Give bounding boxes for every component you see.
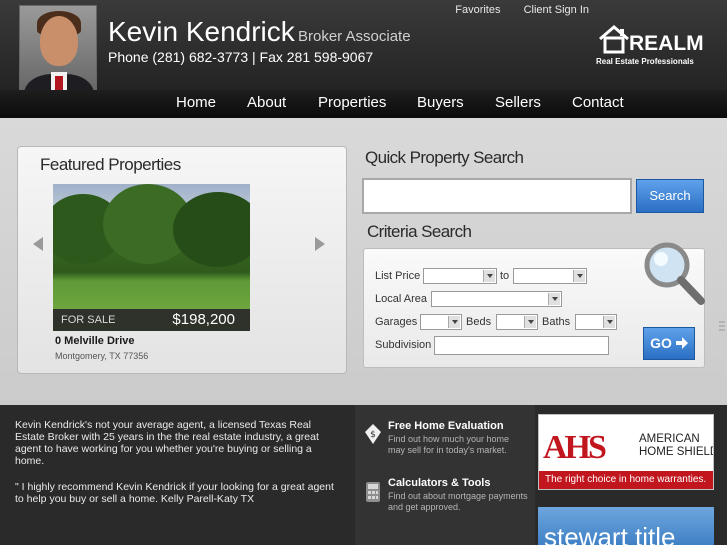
- realm-logo-subtitle: Real Estate Professionals: [596, 57, 694, 66]
- features-column: $ Free Home Evaluation Find out how much…: [355, 405, 535, 545]
- local-area-select[interactable]: [431, 291, 562, 307]
- beds-select[interactable]: [496, 314, 538, 330]
- featured-properties-panel: Featured Properties FOR SALE $198,200 0 …: [17, 146, 347, 374]
- nav-buyers[interactable]: Buyers: [417, 94, 464, 111]
- nav-properties[interactable]: Properties: [318, 94, 386, 111]
- chevron-down-icon: [448, 316, 460, 328]
- list-price-label: List Price: [375, 270, 421, 282]
- local-area-label: Local Area: [375, 293, 427, 305]
- nav-sellers[interactable]: Sellers: [495, 94, 541, 111]
- house-logo-icon: [599, 25, 629, 54]
- ahs-logo: AHS: [543, 429, 607, 466]
- about-text: Kevin Kendrick's not your average agent,…: [15, 419, 319, 467]
- featured-title: Featured Properties: [40, 155, 181, 174]
- property-caption: FOR SALE $198,200: [53, 309, 250, 331]
- favorites-link[interactable]: Favorites: [455, 4, 500, 16]
- magnifier-icon: [644, 242, 705, 305]
- agent-title: Broker Associate: [298, 28, 411, 45]
- realm-logo[interactable]: REALM Real Estate Professionals: [596, 22, 708, 70]
- garages-label: Garages: [375, 316, 418, 328]
- chevron-down-icon: [573, 270, 585, 282]
- main-nav: Home About Properties Buyers Sellers Con…: [0, 90, 727, 118]
- top-links: Favorites Client Sign In: [435, 4, 589, 16]
- agent-name: Kevin Kendrick: [108, 16, 295, 47]
- nav-contact[interactable]: Contact: [572, 94, 624, 111]
- quick-search-title: Quick Property Search: [365, 148, 524, 167]
- testimonial-text: " I highly recommend Kevin Kendrick if y…: [15, 481, 334, 505]
- max-price-select[interactable]: [513, 268, 587, 284]
- prev-arrow-icon[interactable]: [33, 237, 43, 251]
- agent-contact: Phone (281) 682-3773 | Fax 281 598-9067: [108, 49, 374, 65]
- client-sign-in-link[interactable]: Client Sign In: [524, 4, 589, 16]
- ahs-tagline: The right choice in home warranties.: [539, 471, 713, 489]
- arrow-right-icon: [675, 337, 688, 349]
- ahs-ad-banner[interactable]: AHS AMERICAN HOME SHIELD The right choic…: [538, 414, 714, 490]
- next-arrow-icon[interactable]: [315, 237, 325, 251]
- scroll-grip-icon[interactable]: [719, 320, 725, 332]
- footer-section: Kevin Kendrick's not your average agent,…: [0, 405, 727, 545]
- go-label: GO: [650, 335, 672, 351]
- subdivision-label: Subdivision: [375, 339, 432, 351]
- go-button[interactable]: GO: [643, 327, 695, 360]
- calculators-desc: Find out about mortgage payments and get…: [388, 491, 528, 512]
- stewart-ad-banner[interactable]: stewart title: [538, 507, 714, 545]
- calculators-title[interactable]: Calculators & Tools: [388, 477, 490, 489]
- beds-label: Beds: [466, 316, 492, 328]
- price-tag-icon: $: [365, 424, 381, 444]
- baths-label: Baths: [542, 316, 571, 328]
- garages-select[interactable]: [420, 314, 462, 330]
- criteria-search-title: Criteria Search: [367, 222, 472, 241]
- main-content: Featured Properties FOR SALE $198,200 0 …: [0, 118, 727, 405]
- baths-select[interactable]: [575, 314, 617, 330]
- property-address[interactable]: 0 Melville Drive: [55, 335, 135, 347]
- chevron-down-icon: [603, 316, 615, 328]
- min-price-select[interactable]: [423, 268, 497, 284]
- property-price: $198,200: [172, 311, 235, 328]
- to-label: to: [500, 270, 510, 282]
- search-button[interactable]: Search: [636, 179, 704, 213]
- criteria-search-panel: List Price to Local Area Garages Beds Ba…: [363, 242, 705, 368]
- site-header: Kevin Kendrick Broker Associate Phone (2…: [0, 0, 727, 118]
- svg-text:$: $: [370, 430, 376, 440]
- subdivision-input[interactable]: [434, 336, 609, 355]
- quick-search-input[interactable]: [362, 178, 632, 214]
- property-photo[interactable]: FOR SALE $198,200: [53, 184, 250, 331]
- home-evaluation-title[interactable]: Free Home Evaluation: [388, 420, 504, 432]
- property-city: Montgomery, TX 77356: [55, 351, 149, 361]
- chevron-down-icon: [524, 316, 536, 328]
- realm-logo-word: REALM: [629, 32, 704, 55]
- nav-home[interactable]: Home: [176, 94, 216, 111]
- calculator-icon: [366, 482, 380, 502]
- property-status: FOR SALE: [61, 314, 116, 326]
- chevron-down-icon: [548, 293, 560, 305]
- stewart-logo-text: stewart title: [544, 522, 676, 545]
- nav-about[interactable]: About: [247, 94, 286, 111]
- ahs-name: AMERICAN HOME SHIELD: [639, 433, 714, 458]
- home-evaluation-desc: Find out how much your home may sell for…: [388, 434, 510, 455]
- chevron-down-icon: [483, 270, 495, 282]
